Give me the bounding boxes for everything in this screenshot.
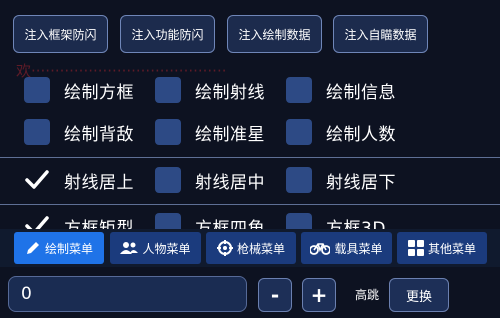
tab-vehicle-menu[interactable]: 载具菜单 — [301, 232, 392, 264]
option-line-bottom[interactable]: 射线居下 — [286, 160, 396, 200]
inject-function-antiflash-button[interactable]: 注入功能防闪 — [120, 15, 215, 53]
options-row-2: 绘制背敌 绘制准星 绘制人数 — [0, 112, 500, 152]
option-box-corner[interactable]: 方框四角 — [155, 206, 265, 229]
draw-info-label: 绘制信息 — [326, 82, 396, 103]
tab-other-menu-label: 其他菜单 — [427, 241, 476, 256]
box-3d-checkbox[interactable] — [286, 213, 312, 229]
line-center-label: 射线居中 — [195, 172, 265, 193]
checkmark-icon — [25, 170, 49, 189]
option-draw-crosshair[interactable]: 绘制准星 — [155, 112, 265, 152]
option-draw-line[interactable]: 绘制射线 — [155, 70, 265, 110]
options-row-4: 方框矩型 方框四角 方框3D — [0, 206, 500, 229]
tab-draw-menu-label: 绘制菜单 — [44, 241, 93, 256]
change-button[interactable]: 更换 — [389, 278, 449, 312]
draw-count-checkbox[interactable] — [286, 119, 312, 145]
draw-line-checkbox[interactable] — [155, 77, 181, 103]
box-rect-label: 方框矩型 — [64, 218, 134, 230]
options-row-1: 绘制方框 绘制射线 绘制信息 — [0, 70, 500, 110]
draw-back-label: 绘制背敌 — [64, 124, 134, 145]
tab-weapon-menu-label: 枪械菜单 — [236, 241, 285, 256]
draw-crosshair-checkbox[interactable] — [155, 119, 181, 145]
line-bottom-checkbox[interactable] — [286, 167, 312, 193]
line-bottom-label: 射线居下 — [326, 172, 396, 193]
box-corner-label: 方框四角 — [195, 218, 265, 230]
line-top-checkbox[interactable] — [24, 167, 50, 193]
grid-icon — [407, 240, 424, 256]
crosshair-icon — [216, 240, 233, 256]
option-line-top[interactable]: 射线居上 — [24, 160, 134, 200]
box-corner-checkbox[interactable] — [155, 213, 181, 229]
value-input[interactable]: 0 — [8, 276, 247, 312]
draw-crosshair-label: 绘制准星 — [195, 124, 265, 145]
inject-aim-data-button[interactable]: 注入自瞄数据 — [333, 15, 428, 53]
draw-box-checkbox[interactable] — [24, 77, 50, 103]
tab-other-menu[interactable]: 其他菜单 — [397, 232, 487, 264]
draw-count-label: 绘制人数 — [326, 124, 396, 145]
tab-vehicle-menu-label: 载具菜单 — [334, 241, 383, 256]
inject-frame-antiflash-button[interactable]: 注入框架防闪 — [13, 15, 108, 53]
line-center-checkbox[interactable] — [155, 167, 181, 193]
box-rect-checkbox[interactable] — [24, 213, 50, 229]
option-draw-back[interactable]: 绘制背敌 — [24, 112, 134, 152]
decrement-button[interactable]: - — [258, 278, 292, 312]
draw-info-checkbox[interactable] — [286, 77, 312, 103]
options-row-3: 射线居上 射线居中 射线居下 — [0, 160, 500, 200]
option-box-3d[interactable]: 方框3D — [286, 206, 386, 229]
tab-character-menu[interactable]: 人物菜单 — [110, 232, 201, 264]
tab-draw-menu[interactable]: 绘制菜单 — [14, 232, 104, 264]
draw-back-checkbox[interactable] — [24, 119, 50, 145]
inject-draw-data-button[interactable]: 注入绘制数据 — [227, 15, 322, 53]
draw-line-label: 绘制射线 — [195, 82, 265, 103]
checkmark-icon — [25, 216, 49, 229]
high-jump-label: 高跳 — [355, 288, 380, 302]
section-divider — [0, 204, 500, 205]
bicycle-icon — [310, 243, 331, 255]
draw-box-label: 绘制方框 — [64, 82, 134, 103]
increment-button[interactable]: + — [302, 278, 336, 312]
tab-character-menu-label: 人物菜单 — [142, 241, 191, 256]
option-draw-info[interactable]: 绘制信息 — [286, 70, 396, 110]
option-box-rect[interactable]: 方框矩型 — [24, 206, 134, 229]
tab-weapon-menu[interactable]: 枪械菜单 — [206, 232, 296, 264]
section-divider — [0, 157, 500, 158]
box-3d-label: 方框3D — [326, 218, 386, 230]
pencil-icon — [26, 242, 39, 254]
option-draw-count[interactable]: 绘制人数 — [286, 112, 396, 152]
people-icon — [120, 242, 139, 254]
option-draw-box[interactable]: 绘制方框 — [24, 70, 134, 110]
line-top-label: 射线居上 — [64, 172, 134, 193]
option-line-center[interactable]: 射线居中 — [155, 160, 265, 200]
menu-tab-bar: 绘制菜单 人物菜单 枪械菜单 载具菜单 其他菜单 — [0, 229, 500, 267]
